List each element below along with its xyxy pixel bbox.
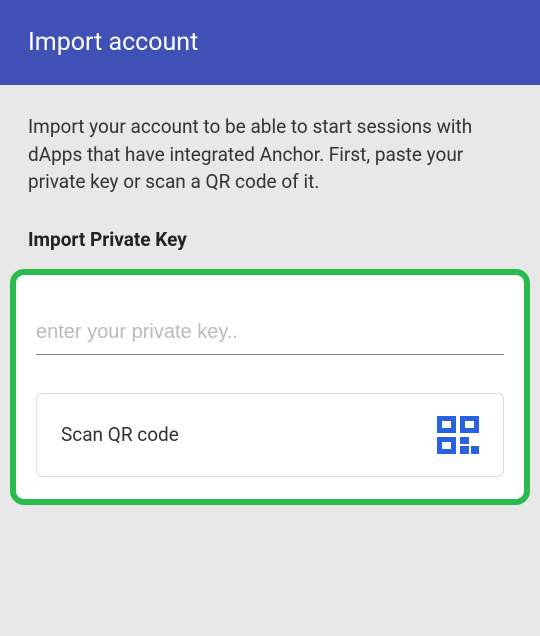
input-card: Scan QR code	[10, 269, 530, 505]
description-text: Import your account to be able to start …	[28, 113, 512, 196]
scan-qr-button[interactable]: Scan QR code	[36, 393, 504, 477]
content: Import your account to be able to start …	[0, 85, 540, 533]
section-title: Import Private Key	[28, 228, 512, 251]
qr-code-icon	[437, 416, 479, 454]
scan-button-label: Scan QR code	[61, 423, 179, 446]
header: Import account	[0, 0, 540, 85]
private-key-input[interactable]	[36, 297, 504, 355]
page-title: Import account	[28, 28, 512, 57]
